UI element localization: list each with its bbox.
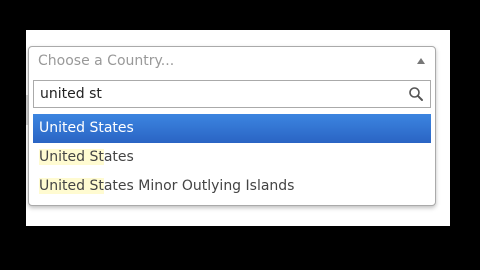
- search-field[interactable]: [33, 80, 431, 108]
- result-match-text: United St: [39, 178, 104, 194]
- results-list: United States United States United State…: [33, 114, 431, 201]
- select-placeholder: Choose a Country...: [38, 53, 175, 69]
- country-select[interactable]: Choose a Country... United States United…: [28, 46, 436, 206]
- search-icon: [409, 87, 423, 101]
- country-select-toggle[interactable]: Choose a Country...: [29, 47, 435, 77]
- result-rest-text: ates: [103, 149, 134, 165]
- result-option[interactable]: United States: [33, 114, 431, 143]
- result-match-text: United St: [39, 149, 104, 165]
- result-rest-text: ates: [103, 120, 134, 136]
- chevron-up-icon[interactable]: [417, 58, 425, 64]
- result-rest-text: ates Minor Outlying Islands: [103, 178, 295, 194]
- result-option[interactable]: United States Minor Outlying Islands: [33, 172, 431, 201]
- search-input[interactable]: [34, 81, 404, 107]
- result-match-text: United St: [39, 120, 104, 136]
- result-option[interactable]: United States: [33, 143, 431, 172]
